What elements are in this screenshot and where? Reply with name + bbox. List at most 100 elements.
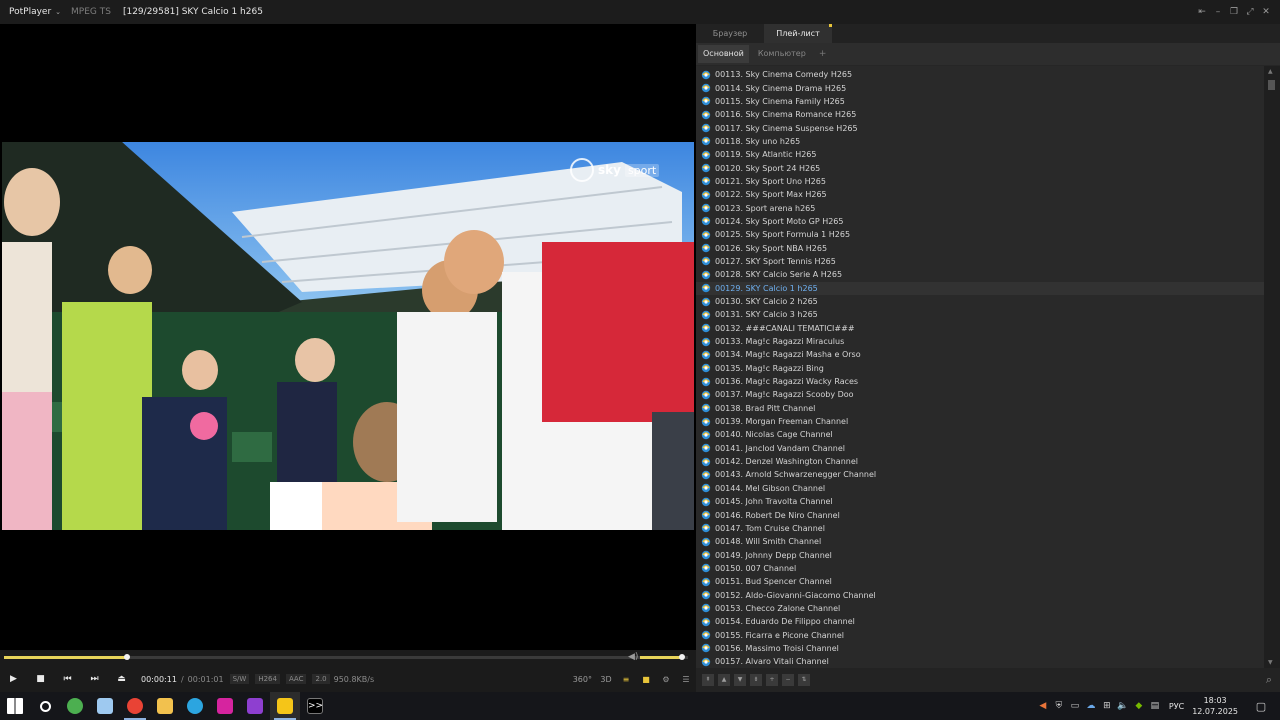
windows-start-taskbar-button[interactable] [0, 692, 30, 720]
chapter-icon[interactable]: ■ [640, 675, 652, 684]
playlist-item[interactable]: 00141. Janclod Vandam Channel [696, 442, 1264, 455]
playlist-item[interactable]: 00151. Bud Spencer Channel [696, 575, 1264, 588]
playlist-item[interactable]: 00157. Alvaro Vitali Channel [696, 655, 1264, 668]
clock[interactable]: 18:03 12.07.2025 [1192, 695, 1238, 717]
restore-icon[interactable]: ❐ [1226, 5, 1242, 19]
playlist-item[interactable]: 00116. Sky Cinema Romance H265 [696, 108, 1264, 121]
cloud-icon[interactable]: ☁ [1083, 692, 1099, 720]
terminal-taskbar-button[interactable]: >> [300, 692, 330, 720]
playlist-item[interactable]: 00138. Brad Pitt Channel [696, 402, 1264, 415]
video-area[interactable]: sky sport [0, 24, 696, 650]
playlist-item[interactable]: 00144. Mel Gibson Channel [696, 482, 1264, 495]
playlist-item[interactable]: 00114. Sky Cinema Drama H265 [696, 81, 1264, 94]
playlist-item[interactable]: 00143. Arnold Schwarzenegger Channel [696, 468, 1264, 481]
feather-app-taskbar-button[interactable] [90, 692, 120, 720]
playlist-item[interactable]: 00135. Mag!c Ragazzi Bing [696, 362, 1264, 375]
playlist-item[interactable]: 00127. SKY Sport Tennis H265 [696, 255, 1264, 268]
playlist-item[interactable]: 00137. Mag!c Ragazzi Scooby Doo [696, 388, 1264, 401]
play-icon[interactable]: ▶ [0, 666, 27, 692]
playlist-item[interactable]: 00155. Ficarra e Picone Channel [696, 628, 1264, 641]
playlist-item[interactable]: 00146. Robert De Niro Channel [696, 508, 1264, 521]
playlist-item[interactable]: 00148. Will Smith Channel [696, 535, 1264, 548]
next-icon[interactable]: ⏭ [81, 666, 108, 692]
scroll-up-icon[interactable]: ▲ [1268, 68, 1273, 75]
move-bottom-icon[interactable]: ⇟ [750, 674, 762, 686]
volume-slider[interactable] [640, 654, 685, 660]
playlist-list[interactable]: 00113. Sky Cinema Comedy H265 00114. Sky … [696, 66, 1264, 668]
playlist-item[interactable]: 00153. Checco Zalone Channel [696, 602, 1264, 615]
torrent-taskbar-button[interactable] [60, 692, 90, 720]
playlist-item[interactable]: 00156. Massimo Troisi Channel [696, 642, 1264, 655]
scroll-down-icon[interactable]: ▼ [1268, 659, 1273, 666]
decoder-badge[interactable]: S/W [229, 674, 250, 684]
tab-browser[interactable]: Браузер [696, 24, 764, 43]
playlist-item[interactable]: 00139. Morgan Freeman Channel [696, 415, 1264, 428]
playlist-item[interactable]: 00121. Sky Sport Uno H265 [696, 175, 1264, 188]
move-up-icon[interactable]: ▲ [718, 674, 730, 686]
playlist-item[interactable]: 00147. Tom Cruise Channel [696, 522, 1264, 535]
playlist-item[interactable]: 00142. Denzel Washington Channel [696, 455, 1264, 468]
seek-bar[interactable] [4, 654, 688, 660]
pin-icon[interactable]: ⇤ [1194, 5, 1210, 19]
playlist-item[interactable]: 00136. Mag!c Ragazzi Wacky Races [696, 375, 1264, 388]
folder-taskbar-button[interactable] [150, 692, 180, 720]
playlist-item[interactable]: 00115. Sky Cinema Family H265 [696, 95, 1264, 108]
app-tray-icon[interactable]: ◀ [1035, 692, 1051, 720]
playlist-item[interactable]: 00113. Sky Cinema Comedy H265 [696, 68, 1264, 81]
subtab-computer[interactable]: Компьютер [753, 45, 811, 63]
playlist-item[interactable]: 00130. SKY Calcio 2 h265 [696, 295, 1264, 308]
volume-thumb[interactable] [678, 654, 685, 660]
tab-playlist[interactable]: Плей-лист [764, 24, 832, 43]
playlist-item[interactable]: 00140. Nicolas Cage Channel [696, 428, 1264, 441]
playlist-item[interactable]: 00117. Sky Cinema Suspense H265 [696, 121, 1264, 134]
add-item-icon[interactable]: + [766, 674, 778, 686]
chrome-taskbar-button[interactable] [120, 692, 150, 720]
playlist-item[interactable]: 00152. Aldo-Giovanni-Giacomo Channel [696, 588, 1264, 601]
seek-thumb[interactable] [124, 654, 131, 660]
playlist-item[interactable]: 00124. Sky Sport Moto GP H265 [696, 215, 1264, 228]
playlist-item[interactable]: 00154. Eduardo De Filippo channel [696, 615, 1264, 628]
fullscreen-icon[interactable]: ⤢ [1242, 5, 1258, 19]
3d-icon[interactable]: 3D [600, 675, 612, 684]
playlist-item[interactable]: 00150. 007 Channel [696, 562, 1264, 575]
wifi-icon[interactable]: ▤ [1147, 692, 1163, 720]
playlist-item[interactable]: 00134. Mag!c Ragazzi Masha e Orso [696, 348, 1264, 361]
search-taskbar-button[interactable] [30, 692, 60, 720]
add-subtab-button[interactable]: + [819, 49, 827, 59]
volume-icon[interactable]: ◀) [628, 652, 638, 662]
sort-icon[interactable]: ⇅ [798, 674, 810, 686]
app-menu-button[interactable]: PotPlayer [0, 7, 51, 17]
playlist-item[interactable]: 00145. John Travolta Channel [696, 495, 1264, 508]
playlist-item[interactable]: 00125. Sky Sport Formula 1 H265 [696, 228, 1264, 241]
stop-icon[interactable]: ■ [27, 666, 54, 692]
playlist-item[interactable]: 00120. Sky Sport 24 H265 [696, 161, 1264, 174]
playlist-item[interactable]: 00128. SKY Calcio Serie A H265 [696, 268, 1264, 281]
playlist-item[interactable]: 00122. Sky Sport Max H265 [696, 188, 1264, 201]
vr-360-icon[interactable]: 360° [573, 675, 592, 684]
playlist-item[interactable]: 00131. SKY Calcio 3 h265 [696, 308, 1264, 321]
playlist-item[interactable]: 00118. Sky uno h265 [696, 135, 1264, 148]
search-icon[interactable]: ⌕ [1266, 673, 1272, 687]
scroll-thumb[interactable] [1268, 80, 1275, 90]
minimize-icon[interactable]: – [1210, 5, 1226, 19]
potplayer-taskbar-button[interactable] [270, 692, 300, 720]
speaker-icon[interactable]: 🔈 [1115, 692, 1131, 720]
move-down-icon[interactable]: ▼ [734, 674, 746, 686]
playlist-item[interactable]: 00123. Sport arena h265 [696, 201, 1264, 214]
menu-icon[interactable]: ☰ [680, 675, 692, 684]
notification-icon[interactable]: ▢ [1250, 700, 1272, 713]
chevron-down-icon[interactable]: ⌄ [55, 8, 61, 16]
playlist-item[interactable]: 00149. Johnny Depp Channel [696, 548, 1264, 561]
subtab-main[interactable]: Основной [698, 45, 749, 63]
playlist-item[interactable]: 00129. SKY Calcio 1 h265 [696, 281, 1264, 295]
nvidia-icon[interactable]: ◆ [1131, 692, 1147, 720]
monitor-icon[interactable]: ▭ [1067, 692, 1083, 720]
playlist-item[interactable]: 00132. ###CANALI TEMATICI### [696, 322, 1264, 335]
network-icon[interactable]: ⊞ [1099, 692, 1115, 720]
instagram-taskbar-button[interactable] [210, 692, 240, 720]
playlist-item[interactable]: 00133. Mag!c Ragazzi Miraculus [696, 335, 1264, 348]
close-icon[interactable]: ✕ [1258, 5, 1274, 19]
telegram-taskbar-button[interactable] [180, 692, 210, 720]
playlist-scrollbar[interactable]: ▲ ▼ [1264, 66, 1280, 668]
playlist-search-icon[interactable]: ≡ [620, 675, 632, 684]
